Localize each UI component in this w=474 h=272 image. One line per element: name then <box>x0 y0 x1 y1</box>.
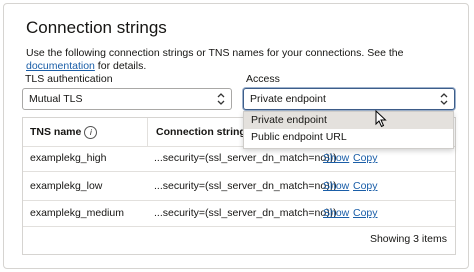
copy-link[interactable]: Copy <box>353 204 378 222</box>
tls-authentication-value: Mutual TLS <box>29 93 83 105</box>
access-option-public-endpoint-url[interactable]: Public endpoint URL <box>244 129 453 146</box>
mouse-pointer-icon <box>375 110 387 128</box>
copy-link[interactable]: Copy <box>353 177 378 195</box>
tns-name-cell: examplekg_medium <box>30 207 124 219</box>
tns-name-cell: examplekg_low <box>30 180 103 192</box>
row-divider <box>23 226 455 227</box>
tns-name-cell: examplekg_high <box>30 152 107 164</box>
panel-description: Use the following connection strings or … <box>26 47 456 73</box>
row-divider <box>23 171 455 172</box>
column-divider <box>147 118 148 146</box>
description-text-end: for details. <box>94 60 147 72</box>
documentation-link[interactable]: documentation <box>26 60 95 72</box>
access-label: Access <box>246 73 280 85</box>
description-text: Use the following connection strings or … <box>26 47 404 59</box>
tls-authentication-label: TLS authentication <box>25 73 113 85</box>
connection-string-cell: ...security=(ssl_server_dn_match=no))) <box>154 207 337 219</box>
access-value: Private endpoint <box>250 93 326 105</box>
row-divider <box>23 200 455 201</box>
panel-title: Connection strings <box>26 18 167 37</box>
show-link[interactable]: Show <box>323 204 349 222</box>
column-header-tns-name: TNS name i <box>30 118 98 146</box>
access-select[interactable]: Private endpoint <box>243 88 455 110</box>
chevron-updown-icon <box>217 93 225 105</box>
access-option-private-endpoint[interactable]: Private endpoint <box>244 112 453 129</box>
copy-link[interactable]: Copy <box>353 149 378 167</box>
tls-authentication-select[interactable]: Mutual TLS <box>22 88 232 110</box>
chevron-updown-icon <box>440 93 448 105</box>
connection-string-cell: ...security=(ssl_server_dn_match=no))) <box>154 180 337 192</box>
items-count: Showing 3 items <box>369 233 447 245</box>
access-dropdown-menu: Private endpoint Public endpoint URL <box>243 111 454 149</box>
show-link[interactable]: Show <box>323 177 349 195</box>
info-icon[interactable]: i <box>84 125 98 139</box>
show-link[interactable]: Show <box>323 149 349 167</box>
connection-string-cell: ...security=(ssl_server_dn_match=no))) <box>154 152 337 164</box>
